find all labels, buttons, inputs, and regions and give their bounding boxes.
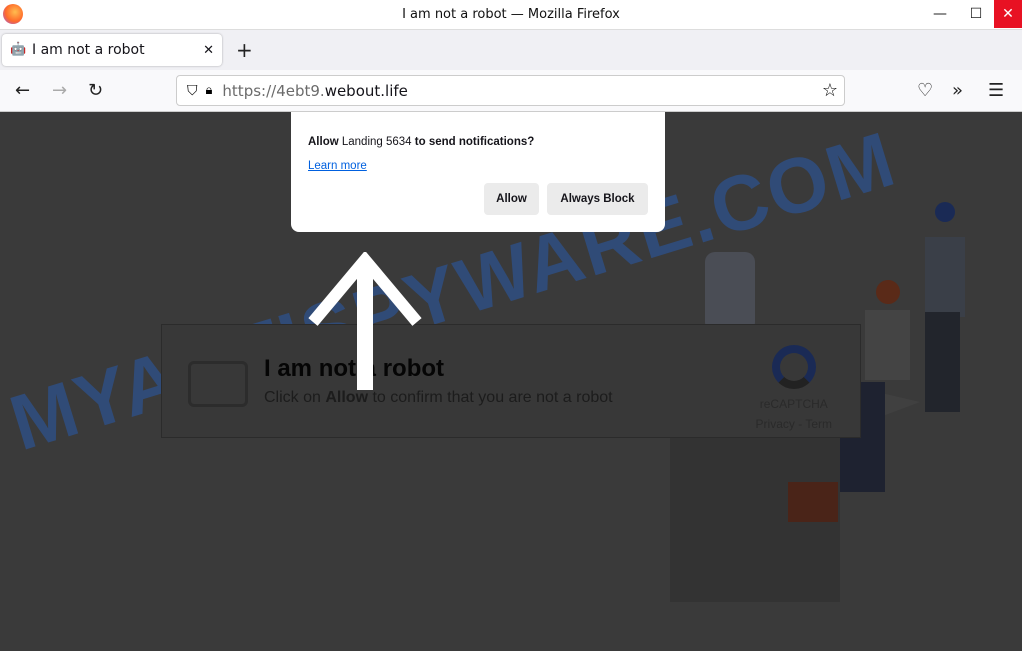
minimize-button[interactable]: —	[922, 0, 958, 28]
msg-question: to send notifications?	[414, 136, 535, 148]
lock-icon[interactable]: 🔒︎	[206, 83, 213, 98]
permission-message: Allow Landing 5634 to send notifications…	[308, 136, 534, 148]
recaptcha-badge: reCAPTCHA Privacy - Term	[756, 345, 832, 431]
tab-bar: 🤖 I am not a robot ✕ +	[0, 30, 1022, 70]
recaptcha-logo-icon	[771, 345, 816, 389]
browser-window-cursor-icon	[188, 361, 248, 407]
url-host: webout.life	[324, 81, 408, 100]
menu-icon[interactable]: ☰	[988, 80, 1004, 101]
url-prefix: https://4ebt9.	[222, 81, 325, 100]
back-button[interactable]: ←	[15, 80, 30, 101]
privacy-terms-link[interactable]: Privacy - Term	[756, 417, 832, 431]
tab-label: I am not a robot	[32, 42, 145, 58]
msg-allow: Allow	[308, 136, 339, 148]
maximize-button[interactable]: ☐	[958, 0, 994, 28]
allow-button[interactable]: Allow	[484, 183, 539, 215]
bookmark-star-icon[interactable]: ☆	[822, 80, 838, 101]
captcha-card: I am not a robot Click on Allow to confi…	[161, 324, 861, 438]
new-tab-button[interactable]: +	[236, 38, 253, 62]
navigation-bar: ← → ↻ ⛉ 🔒︎ https://4ebt9. webout.life ☆ …	[0, 70, 1022, 112]
pocket-icon[interactable]: ♡	[917, 80, 933, 101]
close-window-button[interactable]: ✕	[994, 0, 1022, 28]
url-bar[interactable]: ⛉ 🔒︎ https://4ebt9. webout.life ☆	[176, 75, 845, 106]
tab-active[interactable]: 🤖 I am not a robot ✕	[2, 34, 222, 66]
title-bar: I am not a robot — Mozilla Firefox — ☐ ✕	[0, 0, 1022, 30]
tab-close-button[interactable]: ✕	[203, 43, 214, 58]
learn-more-link[interactable]: Learn more	[308, 160, 367, 172]
always-block-button[interactable]: Always Block	[547, 183, 648, 215]
window-title: I am not a robot — Mozilla Firefox	[402, 7, 620, 22]
forward-button[interactable]: →	[52, 80, 67, 101]
robot-favicon-icon: 🤖	[10, 42, 27, 57]
notification-permission-popup: Allow Landing 5634 to send notifications…	[291, 112, 665, 232]
arrow-up-icon	[308, 252, 422, 390]
recaptcha-label: reCAPTCHA	[759, 397, 828, 411]
reload-button[interactable]: ↻	[88, 80, 103, 101]
extensions-overflow-icon[interactable]: »	[952, 80, 963, 101]
msg-site: Landing 5634	[341, 136, 412, 148]
shield-icon[interactable]: ⛉	[187, 83, 198, 99]
